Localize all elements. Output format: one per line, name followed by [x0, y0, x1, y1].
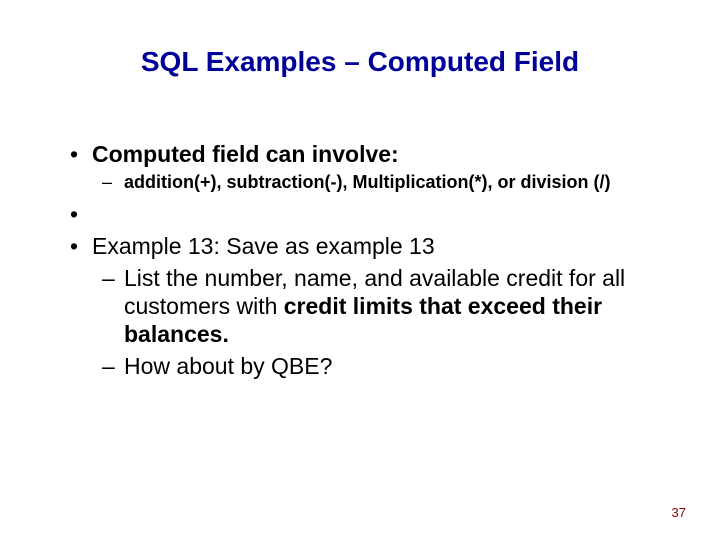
sub-list: List the number, name, and available cre… — [92, 264, 666, 380]
sub-list: addition(+), subtraction(-), Multiplicat… — [92, 172, 666, 194]
slide: SQL Examples – Computed Field Computed f… — [0, 0, 720, 540]
sub-bullet-qbe: How about by QBE? — [92, 352, 666, 380]
bullet-computed-field: Computed field can involve: addition(+),… — [66, 140, 666, 194]
sub-bullet-operators: addition(+), subtraction(-), Multiplicat… — [92, 172, 666, 194]
slide-body: Computed field can involve: addition(+),… — [66, 140, 666, 386]
spacer — [66, 200, 666, 232]
bullet-list: Computed field can involve: addition(+),… — [66, 140, 666, 380]
page-number: 37 — [672, 505, 686, 520]
bullet-text: Example 13: Save as example 13 — [92, 233, 435, 259]
slide-title: SQL Examples – Computed Field — [0, 46, 720, 78]
sub-bullet-text: addition(+), subtraction(-), Multiplicat… — [124, 172, 610, 192]
bullet-example-13: Example 13: Save as example 13 List the … — [66, 232, 666, 380]
bullet-text: Computed field can involve: — [92, 141, 399, 167]
sub-bullet-text: How about by QBE? — [124, 353, 332, 379]
sub-bullet-list-credit: List the number, name, and available cre… — [92, 264, 666, 348]
